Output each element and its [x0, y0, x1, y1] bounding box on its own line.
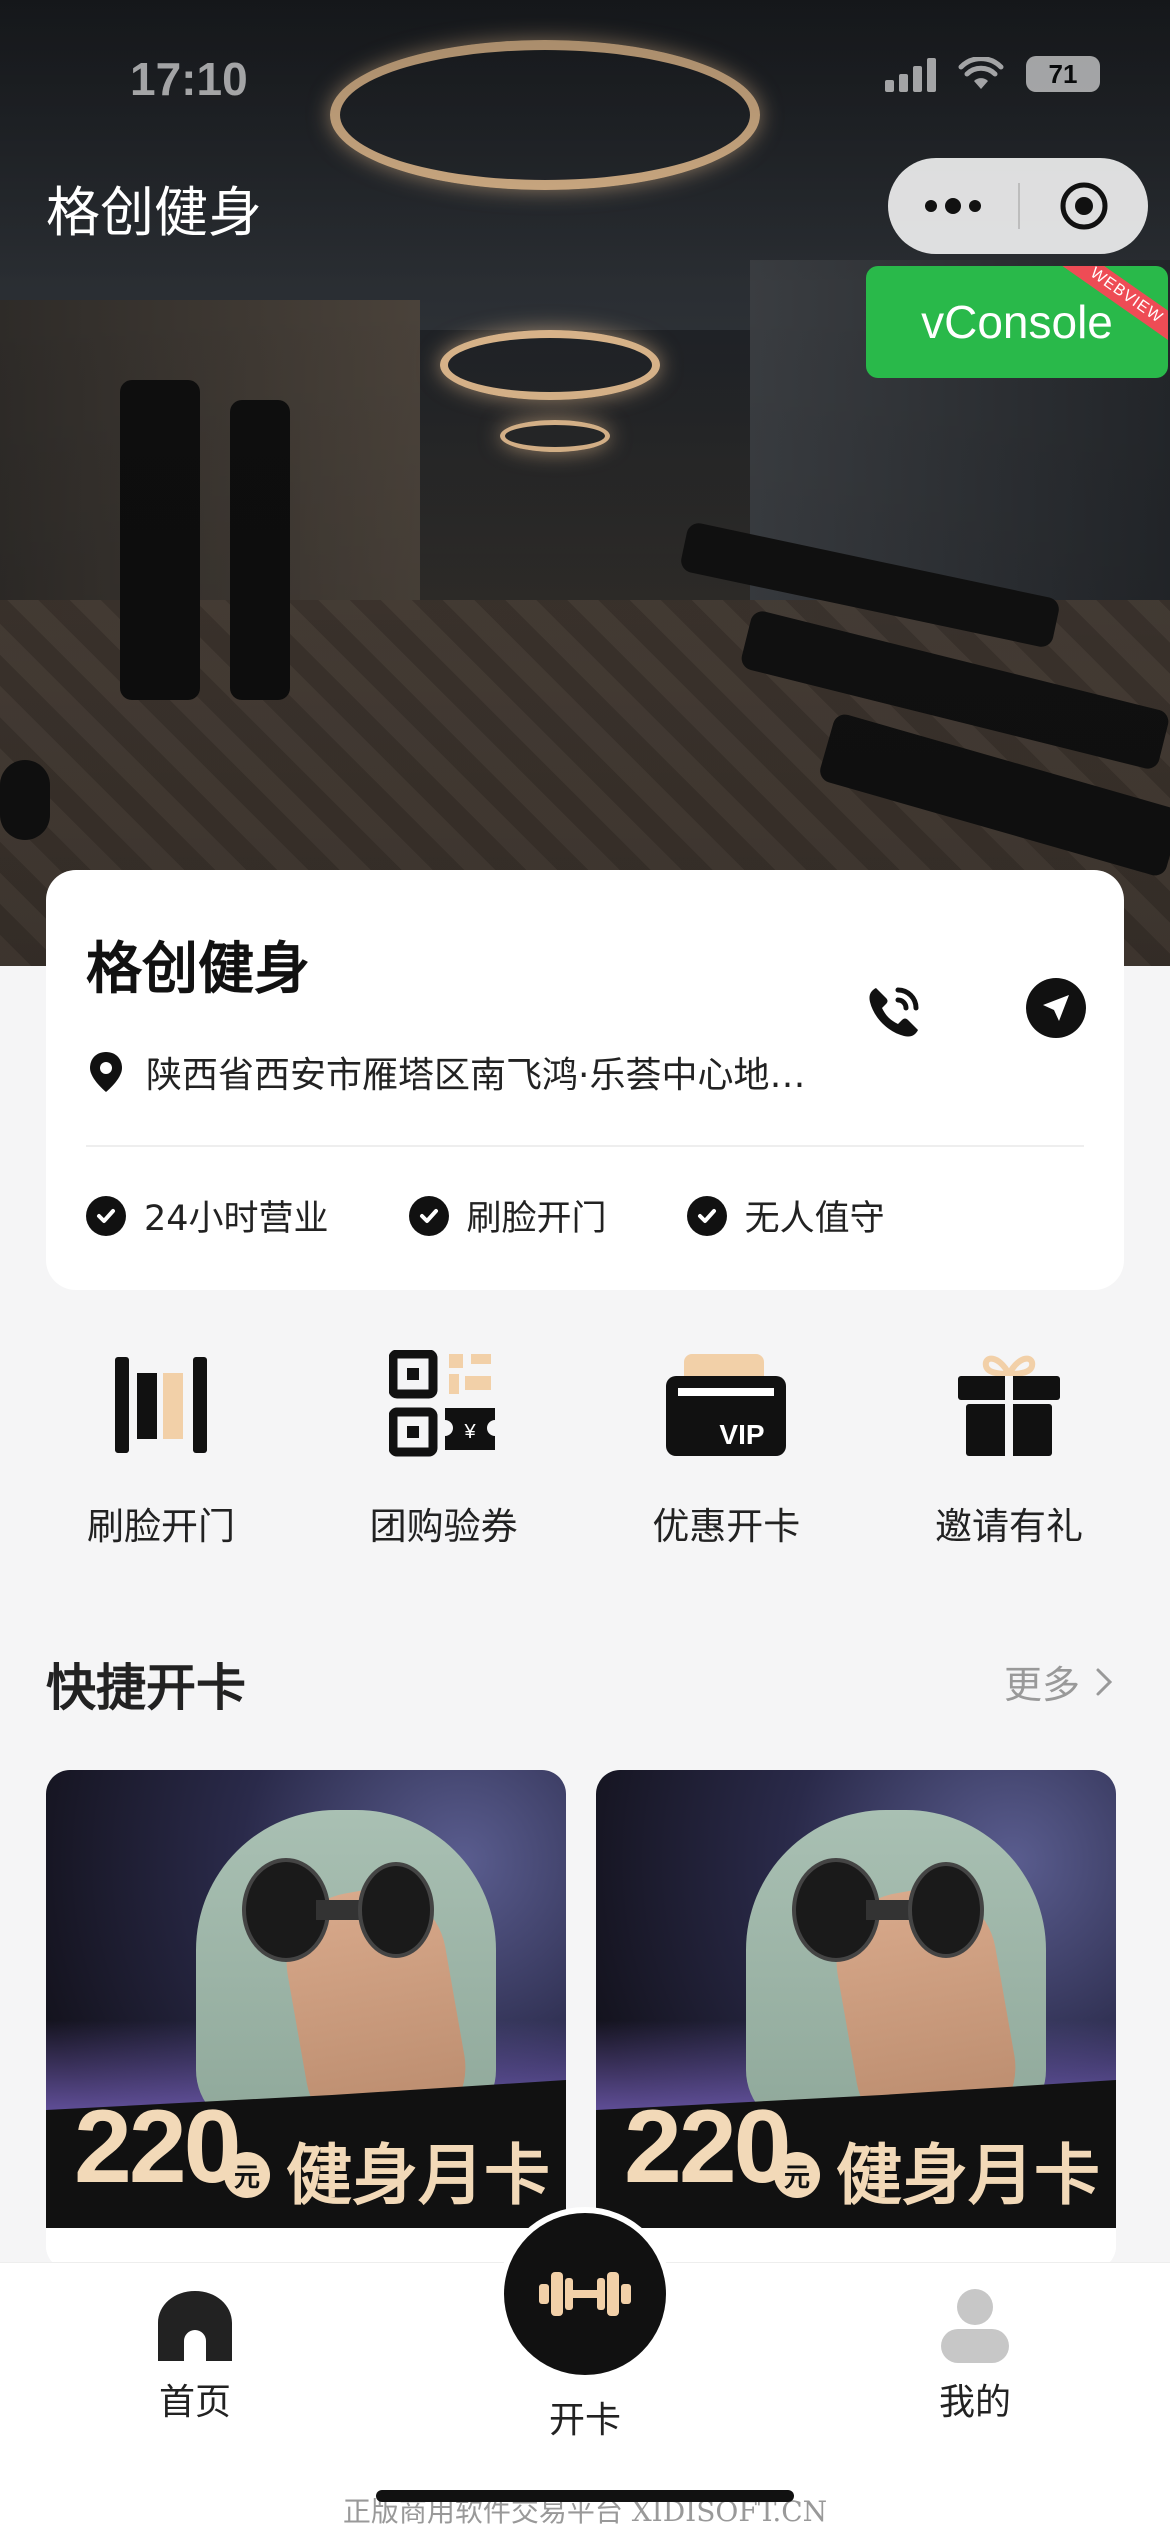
svg-text:¥: ¥ — [463, 1421, 476, 1443]
vconsole-button[interactable]: vConsole WEBVIEW — [866, 266, 1168, 378]
miniprogram-capsule — [888, 158, 1148, 254]
action-face-unlock[interactable]: 刷脸开门 — [20, 1340, 302, 1550]
phone-icon — [869, 987, 919, 1037]
battery-icon: 71 — [1026, 56, 1100, 92]
qr-coupon-icon: ¥ — [388, 1350, 495, 1457]
card-price-unit: 元 — [224, 2152, 270, 2198]
action-label: 刷脸开门 — [87, 1505, 235, 1548]
status-time: 17:10 — [130, 53, 248, 105]
close-miniprogram-button[interactable] — [1020, 158, 1148, 254]
svg-text:VIP: VIP — [720, 1419, 765, 1450]
navigation-arrow-icon — [1043, 995, 1069, 1021]
card-name: 健身月卡 — [286, 2137, 550, 2214]
card-price-unit: 元 — [774, 2152, 820, 2198]
nav-title: 格创健身 — [46, 181, 262, 244]
membership-card[interactable]: 220 元 健身月卡 — [596, 1770, 1116, 2270]
dumbbell-photo — [792, 1858, 984, 1962]
card-photo: 220 元 健身月卡 — [596, 1770, 1116, 2230]
store-info-card: 格创健身 陕西省西安市雁塔区南飞鸿·乐荟中心地… 24小时营业 刷脸开门 无人值… — [46, 870, 1124, 1290]
feature-item: 24小时营业 — [86, 1190, 329, 1241]
tab-label: 我的 — [938, 2382, 1011, 2423]
gate-icon — [115, 1357, 207, 1453]
check-icon — [86, 1195, 126, 1236]
feature-item: 刷脸开门 — [408, 1190, 607, 1241]
tab-label: 首页 — [158, 2382, 231, 2423]
card-price: 220 — [74, 2089, 242, 2205]
open-card-button[interactable] — [504, 2213, 666, 2375]
card-photo: 220 元 健身月卡 — [46, 1770, 566, 2230]
target-icon — [1060, 182, 1108, 230]
home-icon — [158, 2291, 232, 2361]
wifi-icon — [958, 57, 1004, 89]
hero-gym-image — [0, 0, 1170, 966]
dot-icon — [925, 200, 937, 212]
feature-item: 无人值守 — [686, 1190, 885, 1241]
store-address: 陕西省西安市雁塔区南飞鸿·乐荟中心地… — [146, 1055, 806, 1096]
action-discount-card[interactable]: VIP 优惠开卡 — [585, 1340, 867, 1550]
dot-icon — [945, 198, 961, 214]
store-name: 格创健身 — [86, 937, 310, 1002]
action-group-coupon[interactable]: ¥ 团购验券 — [303, 1340, 585, 1550]
phone-call-button[interactable] — [858, 978, 928, 1048]
store-features: 24小时营业 刷脸开门 无人值守 — [86, 1190, 885, 1241]
dumbbell-icon — [539, 2272, 631, 2316]
dumbbell-photo — [242, 1858, 434, 1962]
more-link[interactable]: 更多 — [1004, 1654, 1114, 1709]
feature-label: 无人值守 — [744, 1199, 885, 1239]
more-options-button[interactable] — [888, 158, 1018, 254]
feature-label: 24小时营业 — [144, 1199, 329, 1239]
chevron-right-icon — [1096, 1668, 1113, 1695]
home-indicator[interactable] — [376, 2490, 794, 2502]
store-address-row[interactable]: 陕西省西安市雁塔区南飞鸿·乐荟中心地… — [86, 1046, 805, 1098]
vip-card-icon: VIP — [666, 1354, 787, 1456]
action-label: 团购验券 — [369, 1505, 518, 1548]
action-invite-gift[interactable]: 邀请有礼 — [868, 1340, 1150, 1550]
feature-label: 刷脸开门 — [466, 1199, 607, 1239]
tab-label: 开卡 — [548, 2400, 621, 2441]
vconsole-label: vConsole — [921, 296, 1113, 348]
section-title: 快捷开卡 — [46, 1659, 246, 1717]
card-price: 220 — [624, 2089, 792, 2205]
dot-icon — [969, 200, 981, 212]
signal-icon — [885, 56, 936, 92]
status-icons: 71 — [885, 56, 1100, 92]
tab-mine[interactable]: 我的 — [875, 2287, 1075, 2425]
quick-actions: 刷脸开门 ¥ 团购验券 VIP 优惠开卡 邀请有礼 — [20, 1340, 1150, 1550]
location-pin-icon — [90, 1052, 122, 1092]
action-label: 优惠开卡 — [652, 1505, 801, 1548]
card-divider — [86, 1145, 1084, 1147]
check-icon — [686, 1195, 727, 1236]
card-name: 健身月卡 — [836, 2137, 1100, 2214]
check-icon — [408, 1195, 449, 1236]
tab-home[interactable]: 首页 — [95, 2287, 295, 2425]
more-label: 更多 — [1003, 1663, 1080, 1707]
navigate-button[interactable] — [1026, 978, 1086, 1038]
action-label: 邀请有礼 — [934, 1505, 1083, 1548]
membership-card[interactable]: 220 元 健身月卡 — [46, 1770, 566, 2270]
user-icon — [941, 2289, 1009, 2363]
gift-icon — [957, 1355, 1060, 1456]
